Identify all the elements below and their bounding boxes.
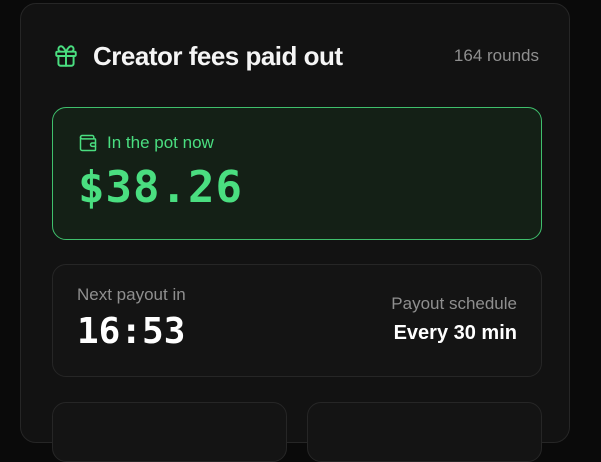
- next-payout-label: Next payout in: [77, 285, 186, 304]
- card-header: Creator fees paid out 164 rounds: [53, 40, 539, 72]
- pot-label-row: In the pot now: [78, 133, 214, 153]
- payout-schedule-label: Payout schedule: [391, 294, 517, 313]
- pot-amount: $38.26: [78, 162, 243, 213]
- payout-countdown: 16:53: [77, 311, 186, 352]
- rounds-count: 164 rounds: [453, 46, 539, 65]
- creator-fees-card: Creator fees paid out 164 rounds In the …: [20, 3, 570, 462]
- card-title: Creator fees paid out: [93, 40, 343, 71]
- pot-panel: In the pot now $38.26: [52, 107, 542, 240]
- payout-schedule-value: Every 30 min: [393, 322, 517, 344]
- stat-card-right: [307, 402, 542, 462]
- gift-icon: [53, 43, 79, 69]
- stat-card-left: [52, 402, 287, 462]
- wallet-icon: [78, 133, 98, 153]
- header-left: Creator fees paid out: [53, 41, 343, 72]
- pot-label: In the pot now: [107, 133, 214, 152]
- payout-panel: Next payout in 16:53 Payout schedule Eve…: [52, 264, 542, 377]
